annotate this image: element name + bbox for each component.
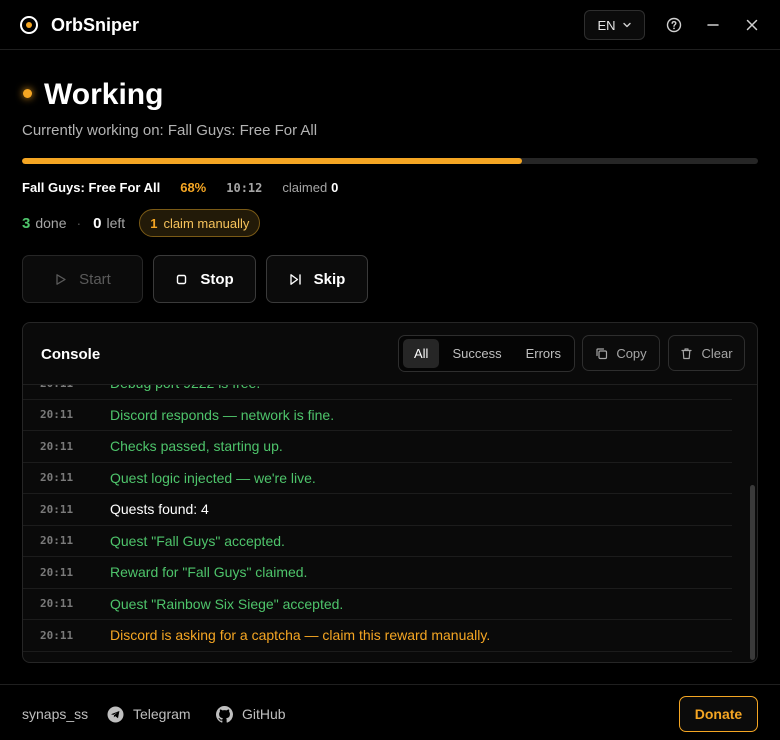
footer: synaps_ss Telegram GitHub Donate xyxy=(0,684,780,740)
github-link[interactable]: GitHub xyxy=(216,704,286,724)
skip-icon xyxy=(290,273,301,285)
log-time: 20:11 xyxy=(40,471,74,485)
status-title: Working xyxy=(44,78,164,111)
log-message: Checks passed, starting up. xyxy=(110,438,283,455)
log-message: Discord is asking for a captcha — claim … xyxy=(110,627,491,644)
close-icon xyxy=(746,19,758,31)
telegram-link[interactable]: Telegram xyxy=(107,704,191,724)
status-indicator xyxy=(23,89,32,98)
log-time: 20:11 xyxy=(40,408,74,422)
log-time: 20:11 xyxy=(40,597,74,611)
log-row: 20:11 Reward for "Fall Guys" claimed. xyxy=(23,557,732,589)
log-row: 20:11 Quest "Rainbow Six Siege" accepted. xyxy=(23,589,732,620)
progress-bar xyxy=(22,158,758,164)
log-row: 20:11 Discord responds — network is fine. xyxy=(23,400,732,431)
console-header: Console All Success Errors Copy Clear xyxy=(23,323,757,385)
status-subtitle: Currently working on: Fall Guys: Free Fo… xyxy=(22,122,318,139)
console-panel: Console All Success Errors Copy Clear 20… xyxy=(22,322,758,663)
done-label: done xyxy=(35,215,67,231)
log-row: 20:11Debug port 9222 is free. xyxy=(23,385,732,400)
skip-label: Skip xyxy=(313,270,346,288)
donate-button[interactable]: Donate xyxy=(679,696,758,732)
log-message: Quest "Rainbow Six Siege" accepted. xyxy=(110,595,344,612)
claim-manually-label: claim manually xyxy=(163,215,250,231)
clear-button[interactable]: Clear xyxy=(668,335,745,371)
minimize-button[interactable] xyxy=(701,13,725,37)
github-label: GitHub xyxy=(242,706,286,722)
log-message: Discord responds — network is fine. xyxy=(110,406,335,423)
filter-tab-errors[interactable]: Errors xyxy=(515,339,572,368)
log-row: 20:11 Discord is asking for a captcha — c… xyxy=(23,620,732,652)
log-time: 20:11 xyxy=(40,502,74,516)
close-button[interactable] xyxy=(740,13,764,37)
left-label: left xyxy=(106,215,126,231)
help-icon xyxy=(666,17,682,33)
clear-label: Clear xyxy=(701,345,733,361)
log-row: 20:11 Quests found: 4 xyxy=(23,494,732,526)
log-time: 20:11 xyxy=(40,534,74,548)
left-count: 0 xyxy=(93,214,102,232)
telegram-icon xyxy=(107,706,124,722)
log-message: Quests found: 4 xyxy=(110,501,209,518)
author-name: synaps_ss xyxy=(22,706,89,722)
log-scrollbar[interactable] xyxy=(750,485,755,660)
quest-time: 10:12 xyxy=(226,181,263,195)
log-time: 20:11 xyxy=(40,565,74,579)
stop-button[interactable]: Stop xyxy=(153,255,256,303)
log-time: 20:11 xyxy=(40,628,74,642)
language-select[interactable]: EN xyxy=(584,10,645,40)
trash-icon xyxy=(681,347,693,359)
quest-counts: 3 done · 0 left 1 claim manually xyxy=(22,209,261,237)
console-title: Console xyxy=(41,346,101,363)
log-time: 20:11 xyxy=(40,385,110,390)
log-row: 20:11 Checks passed, starting up. xyxy=(23,431,732,463)
github-icon xyxy=(216,705,233,723)
language-value: EN xyxy=(597,17,616,33)
log-list[interactable]: 20:11Debug port 9222 is free.20:11Discor… xyxy=(23,385,750,662)
log-message: Quest "Fall Guys" accepted. xyxy=(110,532,285,549)
log-entries: 20:11Debug port 9222 is free.20:11Discor… xyxy=(23,385,750,652)
filter-tab-success[interactable]: Success xyxy=(441,339,512,368)
log-message: Reward for "Fall Guys" claimed. xyxy=(110,564,308,581)
quest-name: Fall Guys: Free For All xyxy=(22,180,161,195)
claim-manually-badge[interactable]: 1 claim manually xyxy=(139,209,261,237)
copy-button[interactable]: Copy xyxy=(582,335,660,371)
minimize-icon xyxy=(707,24,719,26)
chevron-down-icon xyxy=(622,22,631,28)
filter-tab-all[interactable]: All xyxy=(403,339,440,368)
claimed-label: claimed xyxy=(282,180,328,195)
stop-label: Stop xyxy=(200,270,234,288)
log-row: 20:11 Quest "Fall Guys" accepted. xyxy=(23,526,732,557)
log-message: Debug port 9222 is free. xyxy=(110,385,260,391)
count-separator: · xyxy=(76,215,82,231)
skip-button[interactable]: Skip xyxy=(266,255,368,303)
play-icon xyxy=(56,273,66,285)
claim-manually-count: 1 xyxy=(150,215,158,231)
start-label: Start xyxy=(79,270,111,288)
help-button[interactable] xyxy=(662,13,686,37)
quest-info: Fall Guys: Free For All 68% 10:12 claime… xyxy=(22,180,338,198)
orb-logo-icon xyxy=(20,16,38,34)
copy-label: Copy xyxy=(616,345,647,361)
telegram-label: Telegram xyxy=(133,706,191,722)
log-filter-tabs: All Success Errors xyxy=(398,335,575,372)
log-time: 20:11 xyxy=(40,439,74,453)
log-row: 20:11 Quest logic injected — we're live. xyxy=(23,463,732,494)
stop-icon xyxy=(177,274,187,284)
progress-fill xyxy=(22,158,523,164)
start-button[interactable]: Start xyxy=(22,255,143,303)
copy-icon xyxy=(596,347,608,359)
title-bar: OrbSniper EN xyxy=(0,0,780,50)
app-title: OrbSniper xyxy=(51,15,140,35)
claimed-count: 0 xyxy=(331,180,339,195)
done-count: 3 xyxy=(22,214,31,232)
log-message: Quest logic injected — we're live. xyxy=(110,469,316,486)
quest-percent: 68% xyxy=(180,180,207,195)
